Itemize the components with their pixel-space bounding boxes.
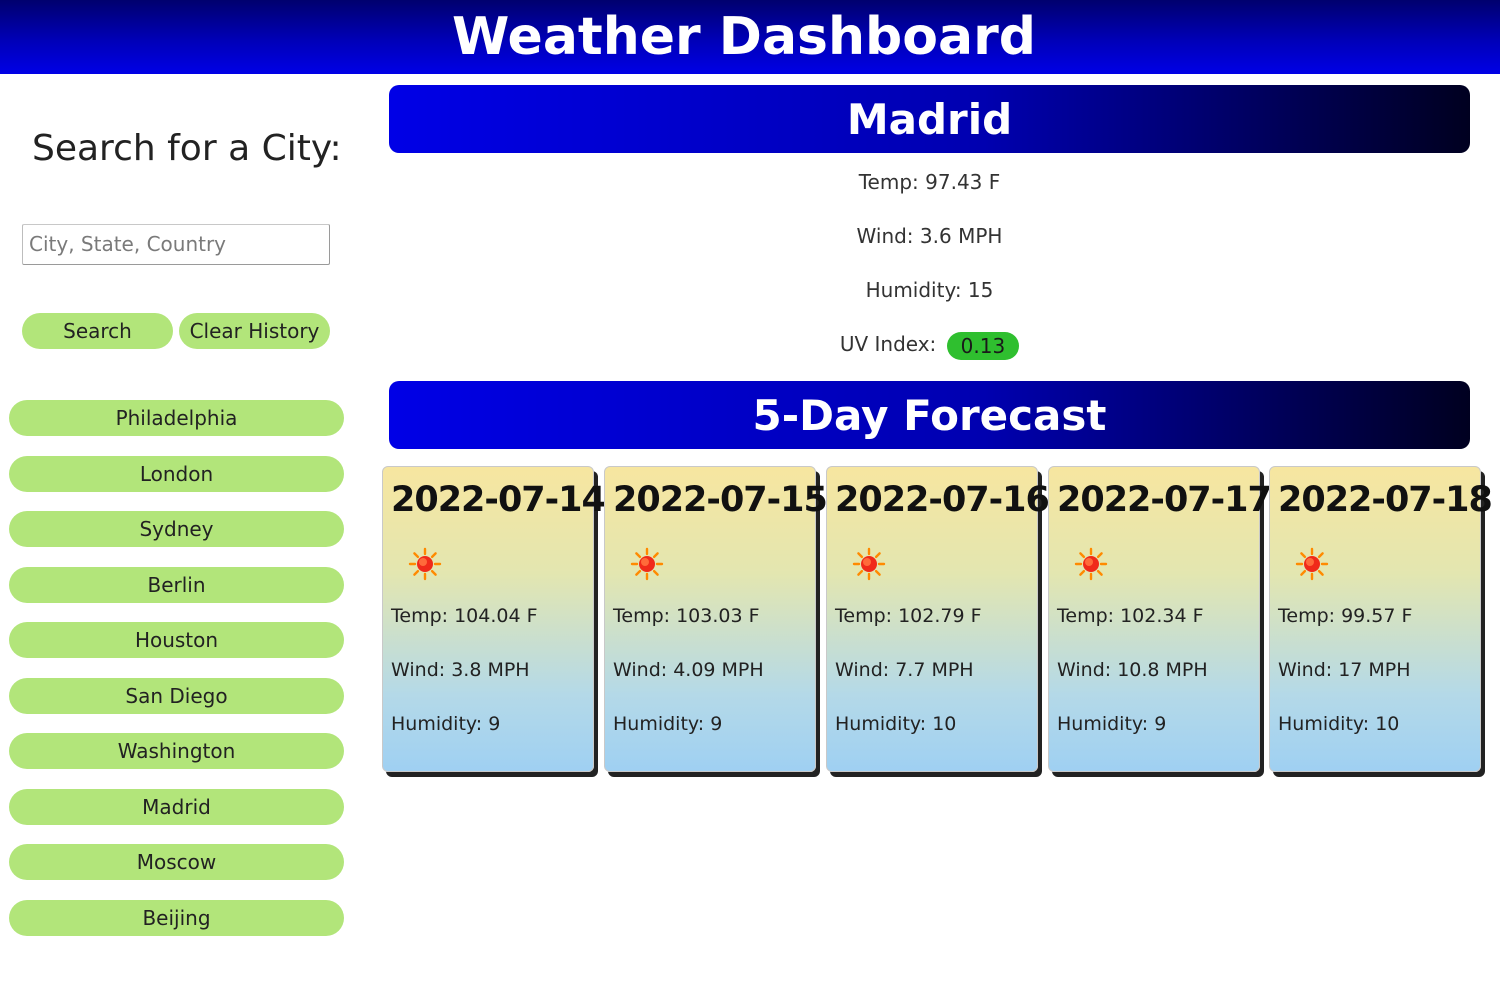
sidebar: Search for a City: Search Clear History … [0, 74, 360, 1000]
forecast-temp: Temp: 99.57 F [1278, 605, 1413, 627]
forecast-wind: Wind: 4.09 MPH [613, 659, 764, 681]
forecast-banner: 5-Day Forecast [389, 381, 1470, 449]
history-item-london[interactable]: London [9, 455, 344, 492]
history-item-berlin[interactable]: Berlin [9, 566, 344, 603]
forecast-humidity: Humidity: 9 [613, 713, 723, 735]
current-uv: UV Index: 0.13 [389, 329, 1470, 360]
forecast-wind: Wind: 10.8 MPH [1057, 659, 1208, 681]
current-city-name: Madrid [846, 94, 1013, 144]
forecast-temp: Temp: 102.34 F [1057, 605, 1204, 627]
forecast-date: 2022-07-16 [835, 480, 1050, 520]
history-item-washington[interactable]: Washington [9, 733, 344, 769]
history-item-san-diego[interactable]: San Diego [9, 677, 344, 714]
forecast-wind: Wind: 3.8 MPH [391, 659, 530, 681]
forecast-card: 2022-07-18 Temp: 99.57 F Wind: 17 MPH Hu… [1269, 466, 1493, 772]
search-input[interactable] [22, 224, 330, 265]
forecast-card: 2022-07-16 Temp: 102.79 F Wind: 7.7 MPH … [826, 466, 1050, 772]
forecast-card: 2022-07-17 Temp: 102.34 F Wind: 10.8 MPH… [1048, 466, 1272, 772]
app-header: Weather Dashboard [0, 0, 1500, 74]
app-title: Weather Dashboard [452, 7, 1036, 67]
history-item-beijing[interactable]: Beijing [9, 899, 344, 936]
forecast-wind: Wind: 7.7 MPH [835, 659, 974, 681]
current-wind: Wind: 3.6 MPH [856, 224, 1003, 248]
search-history-list: Philadelphia London Sydney Berlin Housto… [9, 400, 344, 955]
forecast-title: 5-Day Forecast [752, 390, 1107, 440]
forecast-humidity: Humidity: 10 [835, 713, 957, 735]
forecast-date: 2022-07-14 [391, 480, 606, 520]
forecast-card: 2022-07-14 Temp: 104.04 F Wind: 3.8 MPH … [382, 466, 606, 772]
forecast-temp: Temp: 103.03 F [613, 605, 760, 627]
forecast-wind: Wind: 17 MPH [1278, 659, 1411, 681]
forecast-date: 2022-07-17 [1057, 480, 1272, 520]
forecast-date: 2022-07-15 [613, 480, 828, 520]
history-item-madrid[interactable]: Madrid [9, 788, 344, 825]
forecast-humidity: Humidity: 9 [391, 713, 501, 735]
history-item-sydney[interactable]: Sydney [9, 511, 344, 547]
sun-icon [630, 547, 664, 581]
search-button[interactable]: Search [22, 313, 173, 349]
forecast-card: 2022-07-15 Temp: 103.03 F Wind: 4.09 MPH… [604, 466, 828, 772]
sun-icon [1295, 547, 1329, 581]
forecast-temp: Temp: 102.79 F [835, 605, 982, 627]
history-item-houston[interactable]: Houston [9, 622, 344, 658]
uv-index-badge: 0.13 [946, 331, 1020, 360]
sun-icon [1074, 547, 1108, 581]
clear-history-button[interactable]: Clear History [179, 313, 330, 349]
history-item-moscow[interactable]: Moscow [9, 844, 344, 880]
forecast-temp: Temp: 104.04 F [391, 605, 538, 627]
sun-icon [408, 547, 442, 581]
current-humidity: Humidity: 15 [865, 278, 994, 302]
forecast-humidity: Humidity: 10 [1278, 713, 1400, 735]
history-item-philadelphia[interactable]: Philadelphia [9, 400, 344, 436]
sun-icon [852, 547, 886, 581]
uv-label: UV Index: [839, 332, 937, 356]
forecast-humidity: Humidity: 9 [1057, 713, 1167, 735]
forecast-cards: 2022-07-14 Temp: 104.04 F Wind: 3.8 MPH … [382, 466, 1493, 776]
forecast-date: 2022-07-18 [1278, 480, 1493, 520]
current-temp: Temp: 97.43 F [858, 170, 1001, 194]
current-city-banner: Madrid [389, 85, 1470, 153]
search-heading: Search for a City: [32, 128, 342, 169]
